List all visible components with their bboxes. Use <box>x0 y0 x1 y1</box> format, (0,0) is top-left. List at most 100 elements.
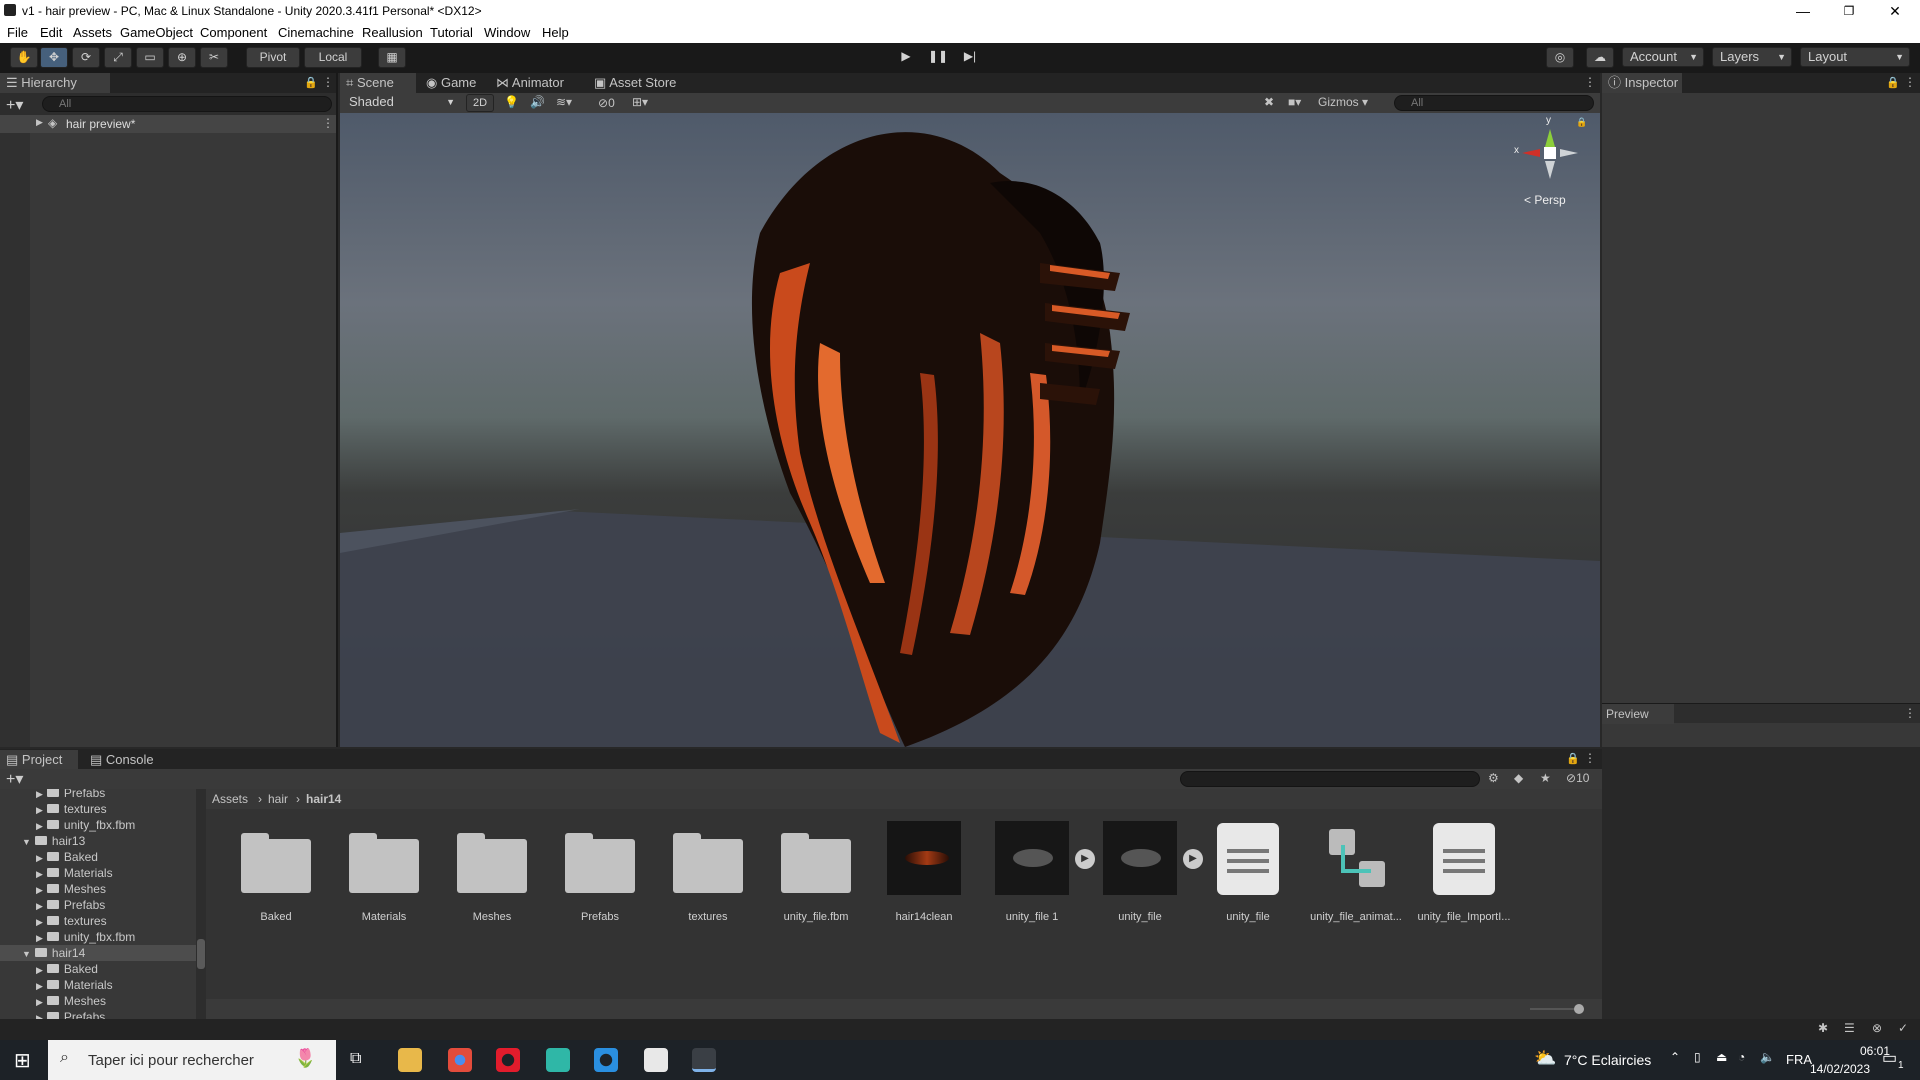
collab-icon[interactable]: ◎ <box>1546 47 1574 68</box>
tree-item[interactable]: ▼ hair14 <box>0 945 196 961</box>
tree-item[interactable]: ▶ Prefabs <box>0 789 196 801</box>
preview-header[interactable]: Preview ⋮ <box>1602 703 1920 724</box>
chevron-up-icon[interactable]: ⌃ <box>1670 1050 1680 1064</box>
tree-item[interactable]: ▶ textures <box>0 801 196 817</box>
menu-component[interactable]: Component <box>200 25 267 40</box>
tree-item[interactable]: ▶ Materials <box>0 977 196 993</box>
tab-game[interactable]: ◉ Game <box>420 73 486 93</box>
chevron-right-icon[interactable]: ▶ <box>36 901 43 911</box>
move-tool-icon[interactable]: ✥ <box>40 47 68 68</box>
hidden-objects-icon[interactable]: ⊘0 <box>598 96 615 110</box>
cc-icon[interactable] <box>594 1048 618 1072</box>
expand-icon[interactable]: ▶ <box>36 117 43 128</box>
tree-item[interactable]: ▶ unity_fbx.fbm <box>0 817 196 833</box>
tab-asset-store[interactable]: ▣ Asset Store <box>588 73 684 93</box>
grid-snap-icon[interactable]: ▦ <box>378 47 406 68</box>
layout-dropdown[interactable]: Layout ▼ <box>1800 47 1910 67</box>
chevron-right-icon[interactable]: ▶ <box>36 917 43 927</box>
menu-file[interactable]: File <box>7 25 28 40</box>
progress-icon[interactable]: ☰ <box>1844 1021 1855 1035</box>
tree-scrollbar[interactable] <box>196 789 206 1019</box>
tree-scrollbar-thumb[interactable] <box>197 939 205 969</box>
rotate-tool-icon[interactable]: ⟳ <box>72 47 100 68</box>
menu-window[interactable]: Window <box>484 25 530 40</box>
tab-console[interactable]: ▤ Console <box>84 750 168 770</box>
menu-tutorial[interactable]: Tutorial <box>430 25 473 40</box>
tree-item[interactable]: ▶ Materials <box>0 865 196 881</box>
tree-item[interactable]: ▶ Prefabs <box>0 1009 196 1019</box>
chevron-down-icon[interactable]: ▼ <box>22 949 31 959</box>
volume-icon[interactable]: 🔈 <box>1760 1050 1775 1064</box>
more-icon[interactable]: ⋮ <box>322 75 334 89</box>
bug-icon[interactable]: ✱ <box>1818 1021 1828 1035</box>
audio-icon[interactable]: 🔊 <box>530 95 545 109</box>
status-check-icon[interactable]: ✓ <box>1898 1021 1908 1035</box>
search-by-label-icon[interactable]: ◆ <box>1514 771 1523 785</box>
taskbar-search-input[interactable]: ⌕ Taper ici pour rechercher 🌷 <box>48 1040 336 1080</box>
pause-button[interactable]: ❚❚ <box>924 47 952 68</box>
usb-icon[interactable]: ⏏ <box>1716 1050 1727 1064</box>
play-button[interactable]: ▶ <box>892 47 920 68</box>
hand-tool-icon[interactable]: ✋ <box>10 47 38 68</box>
layers-dropdown[interactable]: Layers ▼ <box>1712 47 1792 67</box>
lock-icon[interactable]: 🔒 <box>304 76 318 89</box>
task-view-icon[interactable]: ⧉ <box>350 1050 361 1068</box>
persp-label[interactable]: < Persp <box>1524 193 1566 207</box>
scale-tool-icon[interactable]: ⤢ <box>104 47 132 68</box>
chevron-right-icon[interactable]: ▶ <box>36 965 43 975</box>
chevron-right-icon[interactable]: ▶ <box>36 789 43 799</box>
chevron-right-icon[interactable]: ▶ <box>36 869 43 879</box>
zoom-slider-handle[interactable] <box>1574 1004 1584 1014</box>
transform-tool-icon[interactable]: ⊕ <box>168 47 196 68</box>
search-by-type-icon[interactable]: ⚙ <box>1488 771 1499 785</box>
chrome-icon[interactable] <box>448 1048 472 1072</box>
unity-editor-icon[interactable] <box>692 1048 716 1072</box>
chevron-down-icon[interactable]: ▼ <box>22 837 31 847</box>
menu-reallusion[interactable]: Reallusion <box>362 25 423 40</box>
wifi-icon[interactable]: ◔ <box>1738 1050 1745 1064</box>
asset-item[interactable]: Prefabs <box>550 819 650 929</box>
asset-item[interactable]: ▶ unity_file 1 <box>982 819 1095 929</box>
tree-item[interactable]: ▶ Prefabs <box>0 897 196 913</box>
clock-time[interactable]: 06:01 <box>1840 1044 1910 1058</box>
asset-item[interactable]: unity_file.fbm <box>766 819 866 929</box>
tree-item[interactable]: ▶ textures <box>0 913 196 929</box>
scene-search-input[interactable]: All <box>1394 95 1594 111</box>
lock-icon[interactable]: 🔒 <box>1576 117 1587 128</box>
chevron-right-icon[interactable]: ▶ <box>36 933 43 943</box>
step-button[interactable]: ▶| <box>956 47 984 68</box>
camera-icon[interactable]: ■▾ <box>1288 95 1301 109</box>
asset-item[interactable]: unity_file <box>1198 819 1298 929</box>
custom-tool-icon[interactable]: ✂ <box>200 47 228 68</box>
tree-item[interactable]: ▶ Meshes <box>0 993 196 1009</box>
asset-item[interactable]: unity_file_animat... <box>1306 819 1406 929</box>
opera-icon[interactable] <box>496 1048 520 1072</box>
tree-item[interactable]: ▶ Meshes <box>0 881 196 897</box>
unity-hub-icon[interactable] <box>644 1048 668 1072</box>
asset-item[interactable]: Baked <box>226 819 326 929</box>
tab-project[interactable]: ▤ Project <box>0 750 78 770</box>
lock-icon[interactable]: 🔒 <box>1886 76 1900 89</box>
more-icon[interactable]: ⋮ <box>1584 751 1596 765</box>
file-explorer-icon[interactable] <box>398 1048 422 1072</box>
windows-start-icon[interactable]: ⊞ <box>14 1048 31 1073</box>
gizmos-dropdown[interactable]: Gizmos ▾ <box>1318 95 1380 109</box>
more-icon[interactable]: ⋮ <box>322 116 334 130</box>
rect-tool-icon[interactable]: ▭ <box>136 47 164 68</box>
chevron-right-icon[interactable]: ▶ <box>36 821 43 831</box>
tree-item[interactable]: ▶ unity_fbx.fbm <box>0 929 196 945</box>
asset-item[interactable]: textures <box>658 819 758 929</box>
menu-help[interactable]: Help <box>542 25 569 40</box>
tab-scene[interactable]: ⌗ Scene <box>340 73 416 93</box>
cloud-icon[interactable]: ☁ <box>1586 47 1614 68</box>
chevron-right-icon[interactable]: ▶ <box>36 853 43 863</box>
breadcrumb-assets[interactable]: Assets <box>212 792 248 806</box>
tree-item[interactable]: ▶ Baked <box>0 849 196 865</box>
more-icon[interactable]: ⋮ <box>1904 706 1916 720</box>
tools-icon[interactable]: ✖ <box>1264 95 1274 109</box>
chevron-right-icon[interactable]: ▶ <box>36 997 43 1007</box>
account-dropdown[interactable]: Account ▼ <box>1622 47 1704 67</box>
hidden-packages-icon[interactable]: ⊘10 <box>1566 771 1589 785</box>
asset-item[interactable]: hair14clean <box>874 819 974 929</box>
restore-button[interactable]: ❐ <box>1826 0 1872 22</box>
